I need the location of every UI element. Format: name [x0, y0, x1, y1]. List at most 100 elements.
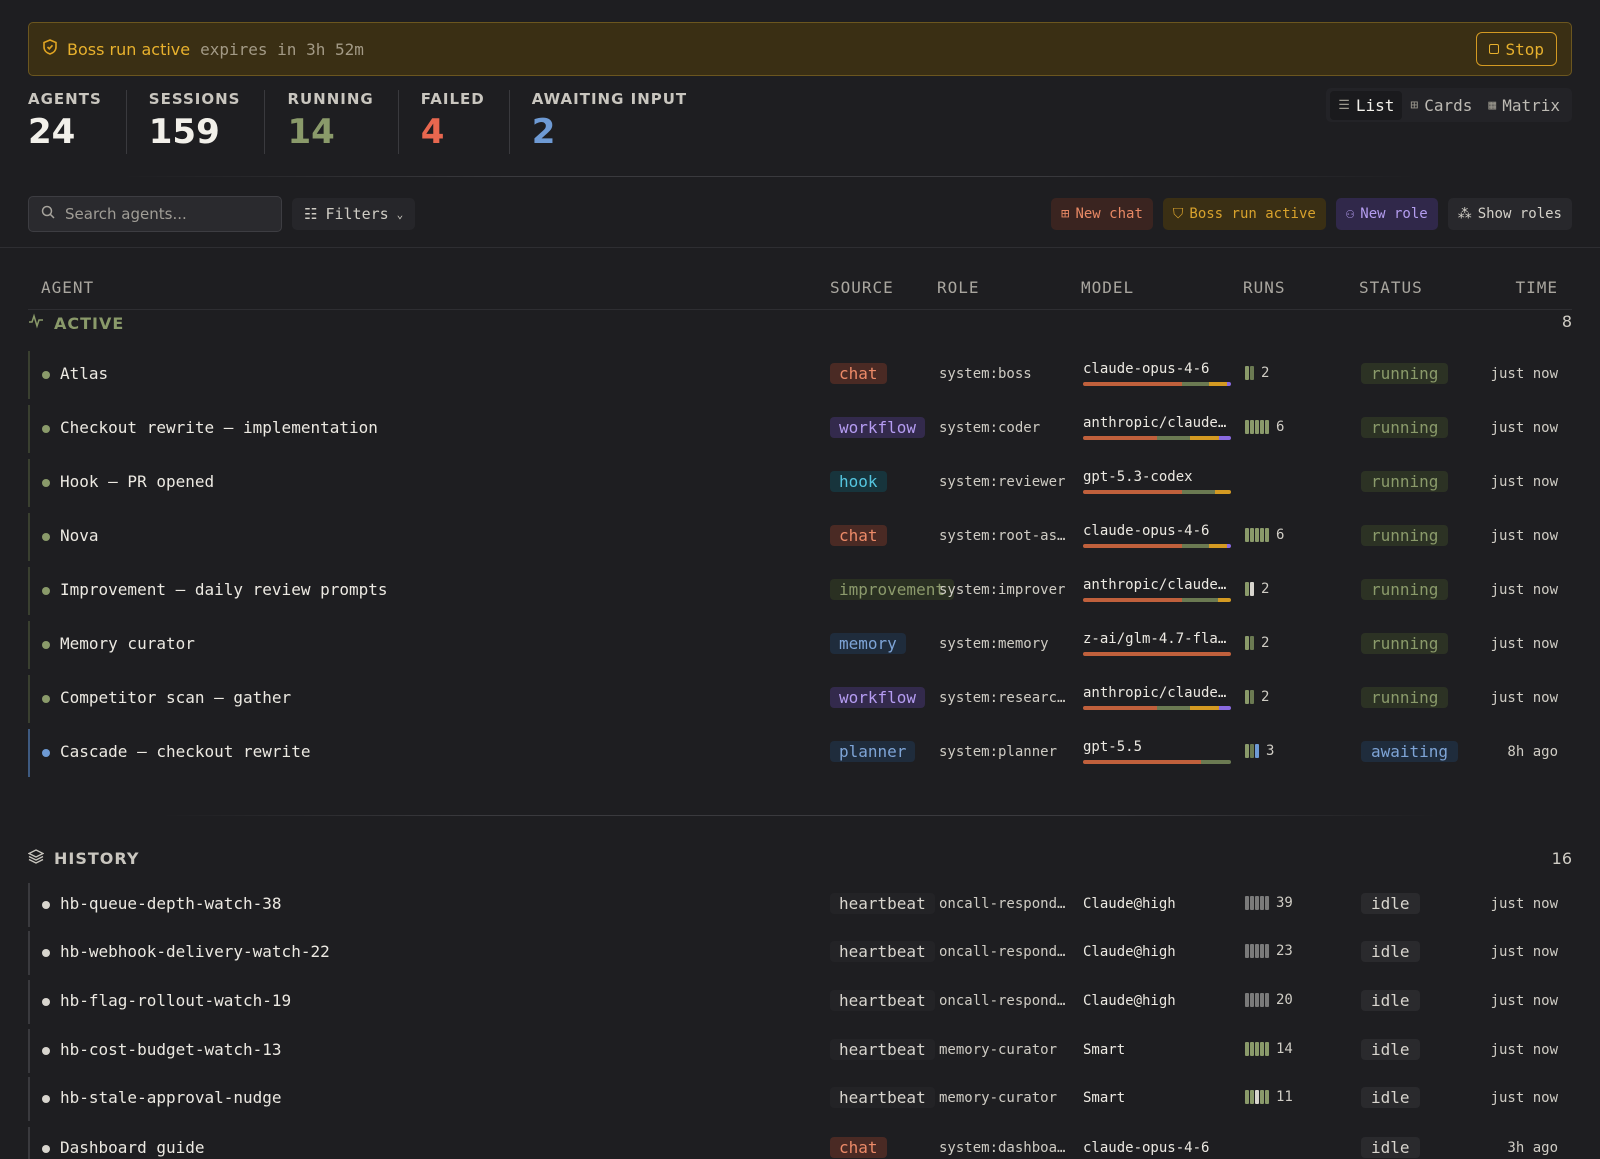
- col-agent[interactable]: AGENT: [41, 278, 94, 297]
- view-cards-button[interactable]: ⊞ Cards: [1402, 91, 1480, 120]
- usage-bar: [1083, 760, 1231, 764]
- role-label: system:memory: [939, 636, 1049, 652]
- stop-button[interactable]: Stop: [1476, 32, 1557, 66]
- runs-count: 2: [1261, 581, 1270, 597]
- runs-cell: 23: [1245, 943, 1293, 959]
- usage-bar-segment: [1083, 706, 1157, 710]
- runs-count: 3: [1266, 743, 1275, 759]
- model-name: claude-opus-4-6: [1083, 1140, 1210, 1156]
- view-list-label: List: [1355, 95, 1395, 115]
- col-time[interactable]: TIME: [1515, 278, 1558, 297]
- run-tick: [1245, 944, 1249, 958]
- col-runs[interactable]: RUNS: [1243, 278, 1286, 297]
- status-dot: [42, 425, 50, 433]
- stat-label: RUNNING: [287, 90, 374, 108]
- new-role-button[interactable]: ⚇ New role: [1335, 198, 1438, 230]
- col-model[interactable]: MODEL: [1081, 278, 1134, 297]
- source-badge: hook: [830, 471, 887, 492]
- table-row[interactable]: Dashboard guide chat system:dashboa… claude…: [28, 1127, 1572, 1159]
- boss-run-button[interactable]: ⛉ Boss run active: [1162, 198, 1326, 230]
- run-tick: [1260, 1042, 1264, 1056]
- usage-bar-segment: [1208, 544, 1227, 548]
- col-source[interactable]: SOURCE: [830, 278, 894, 297]
- new-chat-button[interactable]: ⊞ New chat: [1051, 198, 1153, 230]
- table-row[interactable]: Memory curator memory system:memory z-ai/gl…: [28, 621, 1572, 669]
- table-row[interactable]: Atlas chat system:boss claude-opus-4-6 2 runn…: [28, 351, 1572, 399]
- filters-button[interactable]: ☷ Filters ⌄: [292, 198, 416, 230]
- time-label: just now: [1490, 993, 1558, 1009]
- run-tick: [1265, 420, 1269, 434]
- table-row[interactable]: Competitor scan — gather workflow system:r…: [28, 675, 1572, 723]
- table-row[interactable]: hb-cost-budget-watch-13 heartbeat memory-c…: [28, 1029, 1572, 1073]
- usage-bar-segment: [1182, 382, 1209, 386]
- runs-count: 14: [1276, 1041, 1293, 1057]
- status-dot: [42, 371, 50, 379]
- usage-bar-segment: [1201, 760, 1231, 764]
- table-row[interactable]: hb-webhook-delivery-watch-22 heartbeat onc…: [28, 931, 1572, 975]
- runs-cell: 6: [1245, 419, 1284, 435]
- banner-title: Boss run active: [67, 39, 191, 59]
- run-tick: [1255, 896, 1259, 910]
- run-tick: [1255, 1042, 1259, 1056]
- status-dot: [42, 533, 50, 541]
- table-row[interactable]: hb-queue-depth-watch-38 heartbeat oncall-r…: [28, 883, 1572, 927]
- view-matrix-button[interactable]: ▦ Matrix: [1480, 91, 1568, 120]
- run-tick: [1250, 582, 1254, 596]
- source-badge: chat: [830, 1137, 887, 1158]
- agent-name: Competitor scan — gather: [60, 688, 292, 707]
- status-dot: [42, 1145, 50, 1153]
- usage-bar-segment: [1219, 706, 1231, 710]
- agent-name: hb-webhook-delivery-watch-22: [60, 942, 330, 961]
- view-list-button[interactable]: ☰ List: [1330, 90, 1403, 120]
- history-section-count: 16: [1551, 848, 1572, 868]
- status-badge: idle: [1361, 941, 1420, 962]
- active-section-label: ACTIVE: [54, 313, 125, 333]
- stat-value: 4: [420, 112, 445, 152]
- table-row[interactable]: Hook — PR opened hook system:reviewer gpt-5…: [28, 459, 1572, 507]
- show-roles-button[interactable]: ⁂ Show roles: [1447, 198, 1572, 230]
- role-label: system:improver: [939, 582, 1066, 598]
- usage-bar-segment: [1157, 436, 1190, 440]
- layers-icon: [27, 848, 45, 868]
- col-role[interactable]: ROLE: [937, 278, 980, 297]
- run-tick: [1265, 528, 1269, 542]
- history-section-header[interactable]: HISTORY 16: [27, 848, 1572, 868]
- new-role-label: New role: [1360, 206, 1428, 222]
- run-tick: [1250, 1090, 1254, 1104]
- table-row[interactable]: Improvement — daily review prompts improv…: [28, 567, 1572, 615]
- stop-icon: [1489, 44, 1500, 54]
- show-roles-label: Show roles: [1477, 206, 1562, 222]
- run-tick: [1265, 944, 1269, 958]
- table-row[interactable]: Checkout rewrite — implementation workflo…: [28, 405, 1572, 453]
- source-badge: heartbeat: [830, 941, 935, 962]
- runs-count: 23: [1276, 943, 1293, 959]
- role-label: system:reviewer: [939, 474, 1066, 490]
- table-row[interactable]: hb-stale-approval-nudge heartbeat memory-c…: [28, 1077, 1572, 1121]
- usage-bar: [1083, 382, 1231, 386]
- model-cell: claude-opus-4-6: [1083, 523, 1231, 548]
- run-tick: [1265, 1090, 1269, 1104]
- table-row[interactable]: Nova chat system:root-as… claude-opus-4-6 6 r…: [28, 513, 1572, 561]
- new-chat-label: New chat: [1075, 206, 1143, 222]
- model-name: Smart: [1083, 1042, 1126, 1058]
- time-label: just now: [1490, 528, 1558, 544]
- runs-ticks: [1245, 690, 1254, 704]
- model-cell: anthropic/claude…: [1083, 577, 1231, 602]
- usage-bar-segment: [1083, 598, 1183, 602]
- usage-bar-segment: [1182, 544, 1209, 548]
- runs-ticks: [1245, 944, 1269, 958]
- usage-bar: [1083, 544, 1231, 548]
- run-tick: [1250, 420, 1254, 434]
- col-status[interactable]: STATUS: [1359, 278, 1423, 297]
- usage-bar-segment: [1217, 598, 1231, 602]
- active-section-header[interactable]: ACTIVE 8: [28, 312, 1572, 333]
- search-input[interactable]: [65, 205, 255, 223]
- stat-value: 14: [287, 112, 335, 152]
- filters-label: Filters: [325, 205, 389, 223]
- runs-count: 39: [1276, 895, 1293, 911]
- agent-name: hb-stale-approval-nudge: [60, 1088, 282, 1107]
- table-row[interactable]: hb-flag-rollout-watch-19 heartbeat oncall-…: [28, 980, 1572, 1024]
- table-row[interactable]: Cascade — checkout rewrite planner system:…: [28, 729, 1572, 777]
- source-badge: heartbeat: [830, 1087, 935, 1108]
- usage-bar-segment: [1189, 436, 1220, 440]
